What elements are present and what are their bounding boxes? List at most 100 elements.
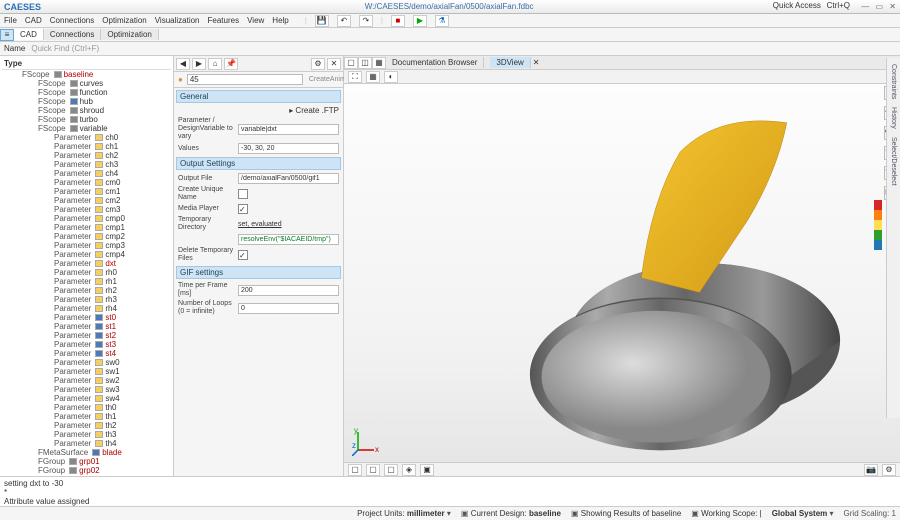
tree-item-c1[interactable]: FImageCurvec1 <box>2 475 171 476</box>
home-icon[interactable]: ⌂ <box>208 58 222 70</box>
tree-item-cmp0[interactable]: Parametercmp0 <box>2 214 171 223</box>
tree-item-st1[interactable]: Parameterst1 <box>2 322 171 331</box>
tree-item-hub[interactable]: FScopehub <box>2 97 171 106</box>
tree-item-st3[interactable]: Parameterst3 <box>2 340 171 349</box>
quick-find-placeholder[interactable]: Quick Find (Ctrl+F) <box>31 44 99 53</box>
tree-item-th1[interactable]: Parameterth1 <box>2 412 171 421</box>
menu-features[interactable]: Features <box>208 16 240 25</box>
panel-close-icon[interactable]: ✕ <box>327 58 341 70</box>
shade-icon[interactable]: ◐ <box>384 71 398 83</box>
tree-item-th0[interactable]: Parameterth0 <box>2 403 171 412</box>
tree-item-curves[interactable]: FScopecurves <box>2 79 171 88</box>
tree-item-cmp3[interactable]: Parametercmp3 <box>2 241 171 250</box>
tab-documentation[interactable]: Documentation Browser <box>386 57 484 68</box>
tree-item-function[interactable]: FScopefunction <box>2 88 171 97</box>
tree-item-blade[interactable]: FMetaSurfaceblade <box>2 448 171 457</box>
tab-3dview[interactable]: 3DView <box>490 57 530 68</box>
split-icon[interactable]: ◫ <box>358 57 372 69</box>
outfile-input[interactable] <box>238 173 339 184</box>
tree-item-sw3[interactable]: Parametersw3 <box>2 385 171 394</box>
tab-close-icon[interactable]: ✕ <box>533 58 540 67</box>
undo-icon[interactable]: ↶ <box>337 15 351 27</box>
tab-cad[interactable]: CAD <box>14 29 44 40</box>
tree-item-ch4[interactable]: Parameterch4 <box>2 169 171 178</box>
minimize-button[interactable]: — <box>861 2 869 11</box>
tree-item-th4[interactable]: Parameterth4 <box>2 439 171 448</box>
redo-icon[interactable]: ↷ <box>359 15 373 27</box>
menu-help[interactable]: Help <box>272 16 288 25</box>
stop-icon[interactable]: ■ <box>391 15 405 27</box>
back-icon[interactable]: ◀ <box>176 58 190 70</box>
pin-icon[interactable]: 📌 <box>224 58 238 70</box>
mesh-icon[interactable]: ▦ <box>366 71 380 83</box>
section-general[interactable]: General <box>176 90 341 103</box>
tree-item-rh1[interactable]: Parameterrh1 <box>2 277 171 286</box>
tree-item-cm3[interactable]: Parametercm3 <box>2 205 171 214</box>
menu-visualization[interactable]: Visualization <box>155 16 200 25</box>
unique-checkbox[interactable] <box>238 189 248 199</box>
3d-viewport[interactable]: x y z ▲ ✥ ⟳ 🔍 ✎ ◻ <box>344 84 900 462</box>
tree-item-cmp2[interactable]: Parametercmp2 <box>2 232 171 241</box>
tree-item-sw2[interactable]: Parametersw2 <box>2 376 171 385</box>
tree-item-rh2[interactable]: Parameterrh2 <box>2 286 171 295</box>
save-icon[interactable]: 💾 <box>315 15 329 27</box>
tree-item-sw0[interactable]: Parametersw0 <box>2 358 171 367</box>
tree-item-rh4[interactable]: Parameterrh4 <box>2 304 171 313</box>
sidebar-select[interactable]: Select/Deselect <box>890 137 897 186</box>
tree-item-cm0[interactable]: Parametercm0 <box>2 178 171 187</box>
grid-icon[interactable]: ▦ <box>372 57 386 69</box>
gear-icon[interactable]: ⚙ <box>311 58 325 70</box>
tree-item-st4[interactable]: Parameterst4 <box>2 349 171 358</box>
screenshot-icon[interactable]: 📷 <box>864 464 878 476</box>
tree-item-cmp1[interactable]: Parametercmp1 <box>2 223 171 232</box>
values-input[interactable] <box>238 143 339 154</box>
tree-item-cmp4[interactable]: Parametercmp4 <box>2 250 171 259</box>
settings-icon[interactable]: ⚙ <box>882 464 896 476</box>
iso-view-icon[interactable]: ◈ <box>402 464 416 476</box>
menu-cad[interactable]: CAD <box>25 16 42 25</box>
top-view-icon[interactable]: ▢ <box>384 464 398 476</box>
beaker-icon[interactable]: ⚗ <box>435 15 449 27</box>
fwd-icon[interactable]: ▶ <box>192 58 206 70</box>
object-name-input[interactable] <box>187 74 303 85</box>
view-switch-icon[interactable]: ▢ <box>344 57 358 69</box>
tree-item-turbo[interactable]: FScopeturbo <box>2 115 171 124</box>
section-output[interactable]: Output Settings <box>176 157 341 170</box>
section-gif[interactable]: GIF settings <box>176 266 341 279</box>
tree-item-st2[interactable]: Parameterst2 <box>2 331 171 340</box>
tree-item-grp01[interactable]: FGroupgrp01 <box>2 457 171 466</box>
sidebar-history[interactable]: History <box>890 107 897 129</box>
fit-icon[interactable]: ⛶ <box>348 71 362 83</box>
tab-connections[interactable]: Connections <box>44 29 101 40</box>
tree-item-ch3[interactable]: Parameterch3 <box>2 160 171 169</box>
tree-item-baseline[interactable]: FScopebaseline <box>2 70 171 79</box>
tree-item-cm1[interactable]: Parametercm1 <box>2 187 171 196</box>
menu-connections[interactable]: Connections <box>50 16 94 25</box>
tree-item-rh0[interactable]: Parameterrh0 <box>2 268 171 277</box>
side-view-icon[interactable]: ▢ <box>366 464 380 476</box>
tree-item-variable[interactable]: FScopevariable <box>2 124 171 133</box>
tree-tab-icon[interactable]: ≡ <box>0 29 14 41</box>
tree-item-ch1[interactable]: Parameterch1 <box>2 142 171 151</box>
menu-view[interactable]: View <box>247 16 264 25</box>
media-checkbox[interactable]: ✓ <box>238 204 248 214</box>
loops-input[interactable] <box>238 303 339 314</box>
tree-item-st0[interactable]: Parameterst0 <box>2 313 171 322</box>
tree-item-shroud[interactable]: FScopeshroud <box>2 106 171 115</box>
tmpdir-input[interactable] <box>238 234 339 245</box>
tpf-input[interactable] <box>238 285 339 296</box>
tree-item-ch2[interactable]: Parameterch2 <box>2 151 171 160</box>
persp-icon[interactable]: ▣ <box>420 464 434 476</box>
delete-checkbox[interactable]: ✓ <box>238 250 248 260</box>
tree-item-sw1[interactable]: Parametersw1 <box>2 367 171 376</box>
tree-item-th3[interactable]: Parameterth3 <box>2 430 171 439</box>
create-fp-button[interactable]: ▸ Create .FTP <box>289 106 339 115</box>
tree-item-dxt[interactable]: Parameterdxt <box>2 259 171 268</box>
param-input[interactable] <box>238 124 339 135</box>
play-icon[interactable]: ▶ <box>413 15 427 27</box>
front-view-icon[interactable]: ▢ <box>348 464 362 476</box>
tree-item-grp02[interactable]: FGroupgrp02 <box>2 466 171 475</box>
menu-file[interactable]: File <box>4 16 17 25</box>
tree-item-rh3[interactable]: Parameterrh3 <box>2 295 171 304</box>
close-button[interactable]: ✕ <box>889 2 896 11</box>
